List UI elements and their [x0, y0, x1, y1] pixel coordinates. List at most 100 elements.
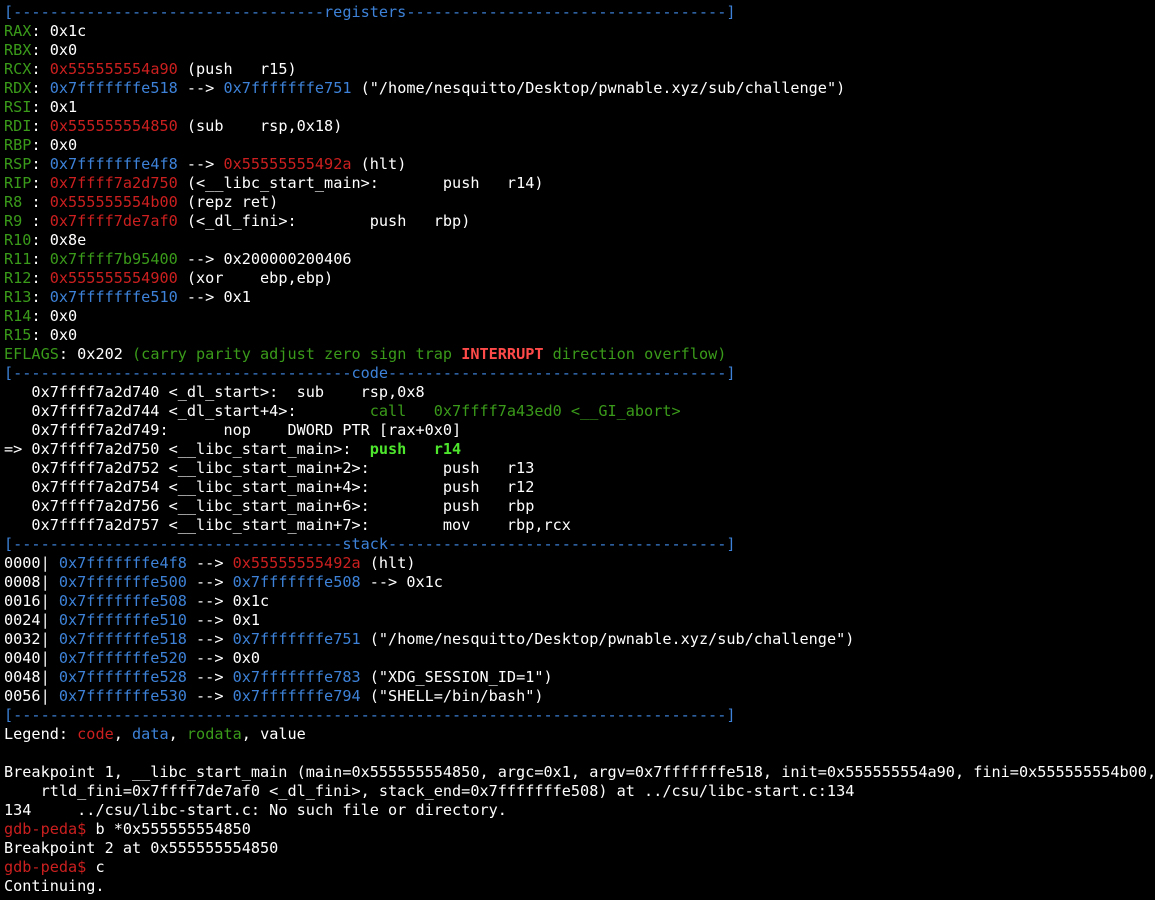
legend-segment: code	[77, 725, 114, 743]
stack-line-segment: 0x7fffffffe520	[58, 649, 187, 667]
register-line-segment: 0x7fffffffe4f8	[49, 155, 178, 173]
command-text: c	[95, 858, 105, 876]
register-line: R10: 0x8e	[4, 231, 1155, 250]
breakpoint-1-message: Breakpoint 1, __libc_start_main (main=0x…	[4, 763, 1155, 781]
legend-segment: ,	[168, 725, 187, 743]
register-line-segment: (sub rsp,0x18)	[177, 117, 343, 135]
command-text: b *0x555555554850	[95, 820, 251, 838]
stack-line: 0016| 0x7fffffffe508 --> 0x1c	[4, 592, 1155, 611]
register-line-segment: ("/home/nesquitto/Desktop/pwnable.xyz/su…	[351, 79, 846, 97]
code-line-segment: push r14	[369, 440, 462, 458]
code-section: 0x7ffff7a2d740 <_dl_start>: sub rsp,0x8 …	[4, 383, 1155, 535]
code-line-segment: 0x7ffff7a2d740 <_dl_start>: sub rsp,0x8	[4, 383, 425, 401]
stack-line-segment: 0x7fffffffe508	[58, 592, 187, 610]
stack-line: 0056| 0x7fffffffe530 --> 0x7fffffffe794 …	[4, 687, 1155, 706]
source-file-message: 134 ../csu/libc-start.c: No such file or…	[4, 801, 507, 819]
register-line-segment: :	[31, 193, 50, 211]
registers-section: RAX: 0x1c RBX: 0x0 RCX: 0x555555554a90 (pu…	[4, 22, 1155, 364]
stack-line-segment: --> 0x1	[186, 611, 261, 629]
register-line-segment: : 0x8e	[31, 231, 87, 249]
code-line: 0x7ffff7a2d756 <__libc_start_main+6>: pu…	[4, 497, 1155, 516]
stack-line-segment: -->	[186, 573, 233, 591]
register-line-segment: :	[31, 269, 50, 287]
stack-line-segment: --> 0x0	[186, 649, 261, 667]
stack-line-segment: 0024|	[4, 611, 59, 629]
register-line-segment: 0x555555554850	[49, 117, 178, 135]
stack-line-segment: 0x7fffffffe751	[232, 630, 361, 648]
register-line-segment: 0x7ffff7de7af0	[49, 212, 178, 230]
register-line-segment: 0x555555554b00	[49, 193, 178, 211]
stack-header: [------------------------------------sta…	[4, 535, 736, 553]
register-line-segment: :	[31, 155, 50, 173]
register-line: R11: 0x7ffff7b95400 --> 0x200000200406	[4, 250, 1155, 269]
register-line-segment: R10	[4, 231, 32, 249]
stack-line: 0048| 0x7fffffffe528 --> 0x7fffffffe783 …	[4, 668, 1155, 687]
register-line-segment: direction overflow)	[543, 345, 727, 363]
legend-segment: ,	[113, 725, 133, 743]
stack-line: 0032| 0x7fffffffe518 --> 0x7fffffffe751 …	[4, 630, 1155, 649]
code-line-segment: => 0x7ffff7a2d750 <__libc_start_main>:	[4, 440, 370, 458]
register-line-segment: :	[31, 250, 50, 268]
code-line-segment: 0x7ffff7a2d749: nop DWORD PTR [rax+0x0]	[4, 421, 462, 439]
register-line-segment: INTERRUPT	[461, 345, 544, 363]
register-line-segment: RSI	[4, 98, 32, 116]
register-line-segment: R14	[4, 307, 32, 325]
register-line-segment: :	[31, 60, 50, 78]
register-line-segment: R13	[4, 288, 32, 306]
register-line-segment: RSP	[4, 155, 32, 173]
stack-line-segment: 0048|	[4, 668, 59, 686]
register-line-segment: 0x7ffff7b95400	[49, 250, 178, 268]
code-header: [-------------------------------------co…	[4, 364, 736, 382]
register-line: RIP: 0x7ffff7a2d750 (<__libc_start_main>…	[4, 174, 1155, 193]
code-line-segment: 0x7ffff7a2d754 <__libc_start_main+4>: pu…	[4, 478, 535, 496]
register-line-segment: (carry parity adjust zero sign trap	[132, 345, 462, 363]
terminal-output[interactable]: [----------------------------------regis…	[4, 3, 1155, 896]
stack-line-segment: -->	[186, 687, 233, 705]
register-line-segment: : 0x0	[31, 326, 78, 344]
stack-line-segment: -->	[186, 630, 233, 648]
code-line-segment: 0x7ffff7a2d757 <__libc_start_main+7>: mo…	[4, 516, 571, 534]
register-line-segment: 0x7fffffffe510	[49, 288, 178, 306]
register-line: R15: 0x0	[4, 326, 1155, 345]
stack-line: 0024| 0x7fffffffe510 --> 0x1	[4, 611, 1155, 630]
register-line-segment: :	[31, 79, 50, 97]
stack-line-segment: 0x7fffffffe500	[58, 573, 187, 591]
stack-line-segment: 0008|	[4, 573, 59, 591]
stack-line: 0008| 0x7fffffffe500 --> 0x7fffffffe508 …	[4, 573, 1155, 592]
stack-line-segment: (hlt)	[360, 554, 416, 572]
command-line-2: gdb-peda$ c	[4, 858, 1155, 877]
code-line: 0x7ffff7a2d754 <__libc_start_main+4>: pu…	[4, 478, 1155, 497]
register-line-segment: EFLAGS	[4, 345, 59, 363]
register-line-segment: : 0x1c	[31, 22, 87, 40]
register-line: RBX: 0x0	[4, 41, 1155, 60]
stack-line-segment: 0040|	[4, 649, 59, 667]
register-line-segment: 0x555555554900	[49, 269, 178, 287]
register-line-segment: (<__libc_start_main>: push r14)	[177, 174, 544, 192]
code-line-segment: call 0x7ffff7a43ed0 <__GI_abort>	[369, 402, 681, 420]
register-line-segment: RBP	[4, 136, 32, 154]
register-line-segment: :	[31, 212, 50, 230]
code-line-segment: 0x7ffff7a2d744 <_dl_start+4>:	[4, 402, 370, 420]
legend-line: Legend: code, data, rodata, value	[4, 725, 1155, 744]
register-line-segment: RDI	[4, 117, 32, 135]
stack-line-segment: --> 0x1c	[186, 592, 270, 610]
code-line: 0x7ffff7a2d740 <_dl_start>: sub rsp,0x8	[4, 383, 1155, 402]
stack-line-segment: 0056|	[4, 687, 59, 705]
register-line-segment: 0x55555555492a	[223, 155, 352, 173]
register-line-segment: (xor ebp,ebp)	[177, 269, 334, 287]
register-line-segment: --> 0x1	[177, 288, 251, 306]
register-line: EFLAGS: 0x202 (carry parity adjust zero …	[4, 345, 1155, 364]
stack-line-segment: ("/home/nesquitto/Desktop/pwnable.xyz/su…	[360, 630, 855, 648]
stack-line-segment: 0x7fffffffe528	[58, 668, 187, 686]
code-line-segment: 0x7ffff7a2d756 <__libc_start_main+6>: pu…	[4, 497, 535, 515]
register-line-segment: RCX	[4, 60, 32, 78]
register-line-segment: R11	[4, 250, 32, 268]
register-line-segment: -->	[177, 155, 224, 173]
register-line: R14: 0x0	[4, 307, 1155, 326]
stack-line-segment: 0x7fffffffe518	[58, 630, 187, 648]
code-line: 0x7ffff7a2d744 <_dl_start+4>: call 0x7ff…	[4, 402, 1155, 421]
register-line-segment: 0x7fffffffe751	[223, 79, 352, 97]
register-line-segment: (<_dl_fini>: push rbp)	[177, 212, 471, 230]
code-line: 0x7ffff7a2d757 <__libc_start_main+7>: mo…	[4, 516, 1155, 535]
